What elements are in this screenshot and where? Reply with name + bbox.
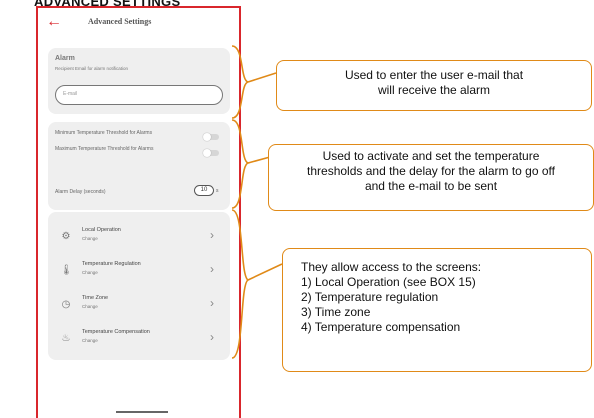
callout-line: 4) Temperature compensation xyxy=(301,320,461,334)
connector-1 xyxy=(247,72,277,83)
callout-line: thresholds and the delay for the alarm t… xyxy=(307,164,555,178)
callout-email: Used to enter the user e-mail that will … xyxy=(276,60,592,111)
callout-line: Used to enter the user e-mail that xyxy=(344,68,524,82)
connector-2 xyxy=(247,156,271,164)
callout-line: 2) Temperature regulation xyxy=(301,290,439,304)
callout-line: They allow access to the screens: xyxy=(301,260,482,274)
callout-line: and the e-mail to be sent xyxy=(364,179,498,193)
callout-line: 3) Time zone xyxy=(301,305,371,319)
brace-2 xyxy=(231,119,251,209)
brace-3 xyxy=(231,209,250,359)
callout-line: will receive the alarm xyxy=(377,83,491,97)
callout-line: Used to activate and set the temperature xyxy=(322,149,540,163)
callout-line: 1) Local Operation (see BOX 15) xyxy=(301,275,476,289)
callout-thresholds: Used to activate and set the temperature… xyxy=(268,144,594,211)
connector-3 xyxy=(247,263,283,281)
brace-1 xyxy=(231,45,249,119)
callout-screens: They allow access to the screens: 1) Loc… xyxy=(282,248,592,372)
